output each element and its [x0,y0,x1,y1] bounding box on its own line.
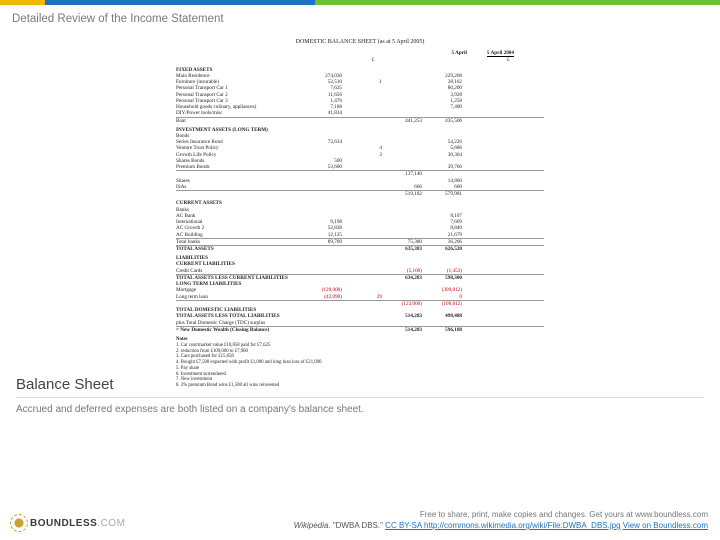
balance-sheet-image: DOMESTIC BALANCE SHEET (as at 5 April 20… [170,35,550,370]
logo-text-main: BOUNDLESS [30,518,97,529]
col-left: 5 April [451,50,466,57]
cred-url-link[interactable]: http://commons.wikimedia.org/wiki/File:D… [424,521,621,530]
logo-text-suffix: .COM [97,518,125,529]
cred-source: Wikipedia. [294,521,331,530]
cred-quote: "DWBA DBS." [333,521,385,530]
col-right: 5 April 2004 [487,50,514,57]
currency-symbols: £ £ [176,57,544,63]
note-line: 8. 3% premium Bond wins £1,508 all wins … [176,383,544,389]
logo-block[interactable]: BOUNDLESS.COM [12,516,125,530]
footer: BOUNDLESS.COM Free to share, print, make… [0,502,720,540]
bar-green [315,0,720,5]
sheet-row: Total banks89,70975,38036,266 [176,238,544,245]
sheet-notes: Notes 1. Car cost/market value £10,858 p… [176,337,544,389]
cred-license-link[interactable]: CC BY-SA [385,521,424,530]
sheet-row: TOTAL ASSETS LESS CURRENT LIABILITIES634… [176,274,544,281]
boundless-logo-icon [12,516,26,530]
slide-header-title: Detailed Review of the Income Statement [0,5,720,29]
bar-yellow [0,0,45,5]
sheet-row: (123,000)(109,812) [176,300,544,307]
sheet-row: TOTAL ASSETS635,383626,520 [176,245,544,252]
sheet-col-headers: 5 April 5 April 2004 [176,50,544,57]
sheet-doc-title: DOMESTIC BALANCE SHEET (as at 5 April 20… [176,39,544,46]
boundless-logo-text: BOUNDLESS.COM [30,518,125,529]
notes-list: 1. Car cost/market value £10,858 paid fo… [176,343,544,389]
sheet-row: = New Domestic Wealth (Closing Balance)5… [176,326,544,333]
bar-blue [45,0,315,5]
cred-view-link[interactable]: View on Boundless.com [623,521,708,530]
accent-top-bar [0,0,720,5]
sheet-row: Boat441,253435,506 [176,117,544,124]
caption-text: Accrued and deferred expenses are both l… [16,404,704,415]
sheet-body: FIXED ASSETSMain Residence274,036229,268… [176,67,544,333]
sheet-row: 137,140 [176,170,544,177]
sheet-row: 519,182579,981 [176,190,544,197]
